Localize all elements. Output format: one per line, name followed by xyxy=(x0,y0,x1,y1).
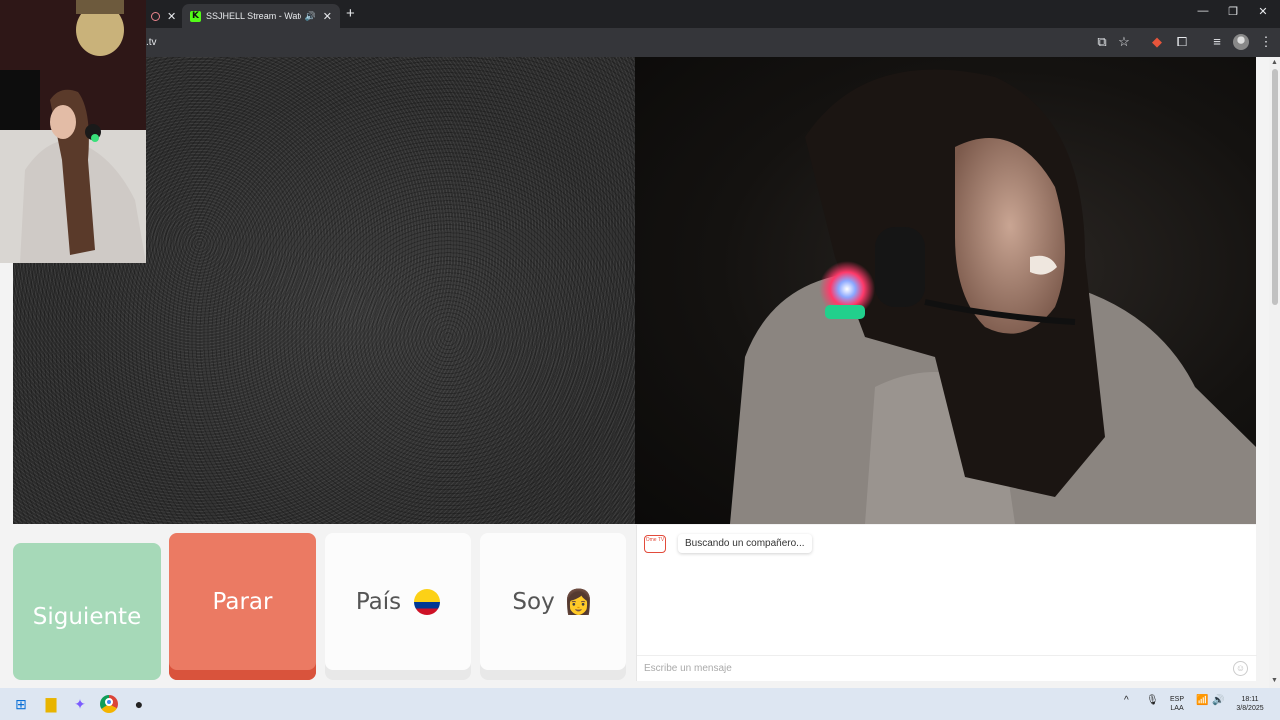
file-explorer-icon[interactable]: ▇ xyxy=(42,695,60,713)
tab-title: SSJHELL Stream - Watch Li xyxy=(206,11,301,21)
browser-toolbar: .tv ⧉ ☆ ◆ ⧠ ≡ ⋮ xyxy=(0,28,1280,57)
country-button[interactable]: País xyxy=(325,533,471,680)
obs-recording-icon[interactable]: ● xyxy=(130,695,148,713)
language-indicator[interactable]: ESP LAA xyxy=(1170,695,1184,713)
next-button[interactable]: Siguiente xyxy=(13,543,161,680)
colombia-flag-icon xyxy=(414,588,441,615)
microphone-icon[interactable]: 🎙 xyxy=(1146,695,1159,706)
page-content: Siguiente Parar País Soy 👩 Ome TV Buscan… xyxy=(0,57,1280,688)
language-code: ESP xyxy=(1170,696,1185,703)
scrollbar-thumb[interactable] xyxy=(1272,69,1278,305)
next-button-label: Siguiente xyxy=(32,603,142,630)
close-window-icon[interactable]: ✕ xyxy=(1248,5,1278,18)
gender-button[interactable]: Soy 👩 xyxy=(480,533,626,680)
profile-avatar[interactable] xyxy=(1233,34,1249,50)
chat-panel: Ome TV Buscando un compañero... ☺ xyxy=(636,525,1257,681)
clock-time: 18:11 xyxy=(1241,696,1259,703)
clock-date: 3/8/2025 xyxy=(1236,705,1264,712)
address-bar[interactable]: .tv xyxy=(146,37,157,48)
chrome-icon[interactable] xyxy=(100,695,118,713)
scroll-down-icon[interactable]: ▼ xyxy=(1271,677,1278,684)
chat-input-row: ☺ xyxy=(637,655,1257,681)
speaker-icon[interactable]: 🔊 xyxy=(305,11,316,22)
chat-status-message: Buscando un compañero... xyxy=(678,534,812,553)
stop-button[interactable]: Parar xyxy=(169,533,316,680)
tray-chevron-icon[interactable]: ^ xyxy=(1124,695,1129,706)
copilot-icon[interactable]: ✦ xyxy=(71,695,89,713)
partner-video-image xyxy=(730,69,1256,524)
keyboard-layout: LAA xyxy=(1170,705,1184,712)
woman-emoji-icon: 👩 xyxy=(563,587,594,616)
media-control-icon[interactable]: ≡ xyxy=(1208,34,1226,50)
chrome-icon-center xyxy=(105,698,113,706)
windows-taskbar: ⊞ ▇ ✦ ● ^ 🎙 ESP LAA 📶 🔊 18:11 3/8/2025 xyxy=(0,688,1280,720)
ometv-logo-icon: Ome TV xyxy=(644,535,666,553)
scroll-up-icon[interactable]: ▲ xyxy=(1271,59,1278,66)
wifi-icon[interactable]: 📶 xyxy=(1196,695,1208,706)
recording-icon xyxy=(151,11,160,21)
clock[interactable]: 18:11 3/8/2025 xyxy=(1232,695,1268,713)
close-tab-icon[interactable]: ✕ xyxy=(167,10,176,23)
page-scrollbar[interactable]: ▲ ▼ xyxy=(1269,57,1280,688)
browser-tab-active[interactable]: K SSJHELL Stream - Watch Li 🔊 ✕ xyxy=(182,4,340,28)
browser-tab-strip: ✕ K SSJHELL Stream - Watch Li 🔊 ✕ + — ❐ … xyxy=(0,0,1280,28)
emoji-picker-icon[interactable]: ☺ xyxy=(1233,661,1248,676)
gender-button-label: Soy xyxy=(512,588,555,615)
chat-message-input[interactable] xyxy=(637,656,1207,680)
kick-favicon-icon: K xyxy=(190,10,201,22)
country-button-label: País xyxy=(355,588,402,615)
extensions-puzzle-icon[interactable]: ⧠ xyxy=(1173,34,1191,50)
minimize-icon[interactable]: — xyxy=(1188,5,1218,17)
stop-button-label: Parar xyxy=(212,588,273,615)
close-tab-icon[interactable]: ✕ xyxy=(323,10,332,23)
partner-video xyxy=(635,57,1256,524)
restore-icon[interactable]: ❐ xyxy=(1218,5,1248,18)
volume-icon[interactable]: 🔊 xyxy=(1212,695,1224,706)
new-tab-icon[interactable]: + xyxy=(346,5,355,22)
webcam-image xyxy=(0,0,146,263)
streamer-webcam-overlay xyxy=(0,0,146,263)
browser-tab-recording[interactable]: ✕ xyxy=(146,4,182,28)
extension-fox-icon[interactable]: ◆ xyxy=(1148,34,1166,50)
menu-kebab-icon[interactable]: ⋮ xyxy=(1257,34,1275,50)
install-app-icon[interactable]: ⧉ xyxy=(1093,34,1111,50)
windows-start-icon[interactable]: ⊞ xyxy=(12,695,30,713)
bookmark-star-icon[interactable]: ☆ xyxy=(1115,34,1133,50)
